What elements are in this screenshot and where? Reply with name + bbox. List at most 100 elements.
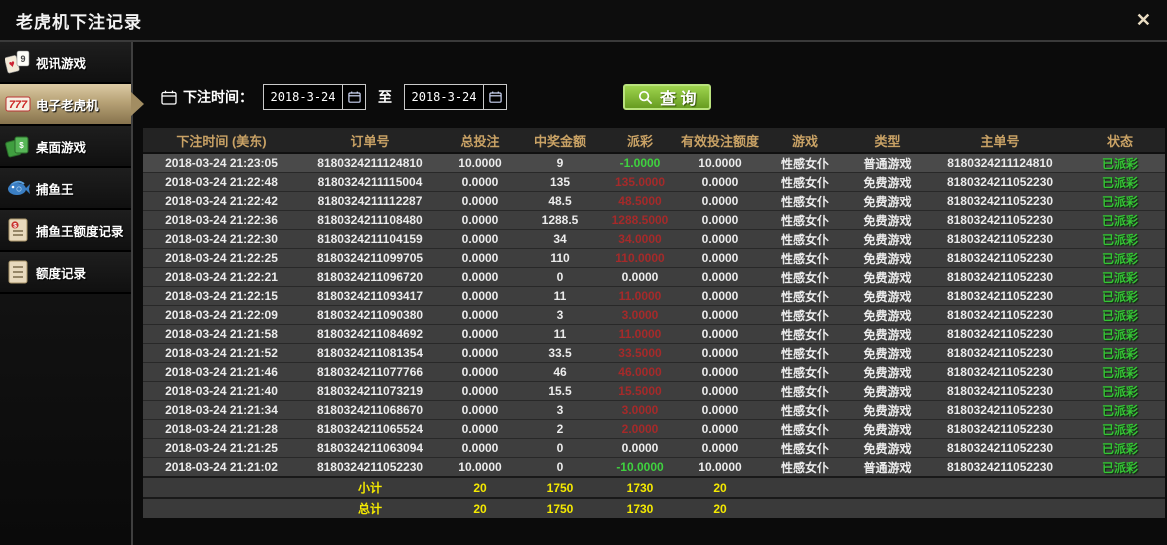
- close-icon[interactable]: ✕: [1136, 11, 1151, 29]
- summary-win-amount: 1750: [520, 497, 600, 518]
- table-row: 2018-03-24 21:22:25 8180324211099705 0.000…: [143, 248, 1165, 268]
- cell-win-amount: 33.5: [520, 343, 600, 363]
- cell-order-no: 8180324211115004: [300, 172, 440, 192]
- cell-type: 免费游戏: [850, 438, 925, 458]
- column-header: 总投注: [440, 128, 520, 154]
- summary-row: 总计 20 1750 1730 20: [143, 497, 1165, 518]
- cell-bet-time: 2018-03-24 21:21:28: [143, 419, 300, 439]
- column-header: 状态: [1075, 128, 1165, 154]
- cell-master-no: 8180324211052230: [925, 457, 1075, 477]
- summary-total-bet: 20: [440, 476, 520, 498]
- table-row: 2018-03-24 21:21:52 8180324211081354 0.000…: [143, 343, 1165, 363]
- cell-order-no: 8180324211077766: [300, 362, 440, 382]
- svg-text:9: 9: [20, 54, 25, 64]
- cell-order-no: 8180324211096720: [300, 267, 440, 287]
- cell-master-no: 8180324211052230: [925, 362, 1075, 382]
- cell-payout: 48.5000: [600, 191, 680, 211]
- summary-row: 小计 20 1750 1730 20: [143, 476, 1165, 498]
- cell-order-no: 8180324211104159: [300, 229, 440, 249]
- cell-status: 已派彩: [1075, 457, 1165, 477]
- cell-status: 已派彩: [1075, 362, 1165, 382]
- cell-bet-time: 2018-03-24 21:22:09: [143, 305, 300, 325]
- cell-payout: 0.0000: [600, 438, 680, 458]
- cell-status: 已派彩: [1075, 343, 1165, 363]
- cell-payout: 46.0000: [600, 362, 680, 382]
- date-from-picker-button[interactable]: [342, 85, 365, 109]
- cell-game: 性感女仆: [760, 381, 850, 401]
- cell-bet-time: 2018-03-24 21:22:36: [143, 210, 300, 230]
- cell-game: 性感女仆: [760, 324, 850, 344]
- summary-total-bet: 20: [440, 497, 520, 518]
- table-row: 2018-03-24 21:21:58 8180324211084692 0.000…: [143, 324, 1165, 344]
- sidebar-item-fishing-king[interactable]: 捕鱼王: [0, 168, 131, 210]
- column-header: 派彩: [600, 128, 680, 154]
- cell-type: 普通游戏: [850, 457, 925, 477]
- cell-payout: 15.5000: [600, 381, 680, 401]
- sidebar-item-video-games[interactable]: ♥ 9 视讯游戏: [0, 42, 131, 84]
- table-row: 2018-03-24 21:21:46 8180324211077766 0.000…: [143, 362, 1165, 382]
- cell-master-no: 8180324211052230: [925, 305, 1075, 325]
- cell-win-amount: 110: [520, 248, 600, 268]
- cell-bet-time: 2018-03-24 21:21:46: [143, 362, 300, 382]
- cell-status: 已派彩: [1075, 324, 1165, 344]
- summary-valid-bet: 20: [680, 497, 760, 518]
- doc-icon: [8, 260, 28, 284]
- cell-master-no: 8180324211124810: [925, 152, 1075, 173]
- search-button[interactable]: 查 询: [623, 84, 712, 110]
- sidebar-item-quota-records[interactable]: 额度记录: [0, 252, 131, 294]
- cell-master-no: 8180324211052230: [925, 267, 1075, 287]
- cell-win-amount: 15.5: [520, 381, 600, 401]
- sidebar-item-label: 电子老虎机: [36, 98, 99, 113]
- date-to-picker-button[interactable]: [483, 85, 506, 109]
- cell-total-bet: 0.0000: [440, 305, 520, 325]
- sidebar-item-slots[interactable]: 777 电子老虎机: [0, 84, 131, 126]
- svg-text:$: $: [19, 141, 24, 150]
- table-row: 2018-03-24 21:21:25 8180324211063094 0.000…: [143, 438, 1165, 458]
- cell-game: 性感女仆: [760, 152, 850, 173]
- cell-type: 免费游戏: [850, 248, 925, 268]
- cell-order-no: 8180324211124810: [300, 152, 440, 173]
- cell-valid-bet: 0.0000: [680, 419, 760, 439]
- sidebar-item-label: 视讯游戏: [36, 56, 87, 71]
- cell-master-no: 8180324211052230: [925, 381, 1075, 401]
- cell-win-amount: 48.5: [520, 191, 600, 211]
- table-row: 2018-03-24 21:22:30 8180324211104159 0.000…: [143, 229, 1165, 249]
- cell-type: 免费游戏: [850, 419, 925, 439]
- cell-win-amount: 135: [520, 172, 600, 192]
- cell-valid-bet: 10.0000: [680, 457, 760, 477]
- cell-game: 性感女仆: [760, 172, 850, 192]
- cell-type: 普通游戏: [850, 152, 925, 173]
- cell-status: 已派彩: [1075, 267, 1165, 287]
- cell-order-no: 8180324211084692: [300, 324, 440, 344]
- cell-total-bet: 0.0000: [440, 438, 520, 458]
- sidebar-item-label: 额度记录: [36, 266, 87, 281]
- sidebar-item-fishing-quota-records[interactable]: $ 捕鱼王额度记录: [0, 210, 131, 252]
- cell-bet-time: 2018-03-24 21:21:52: [143, 343, 300, 363]
- cell-bet-time: 2018-03-24 21:21:02: [143, 457, 300, 477]
- date-to-input[interactable]: [405, 85, 483, 109]
- cell-type: 免费游戏: [850, 362, 925, 382]
- cell-master-no: 8180324211052230: [925, 210, 1075, 230]
- cell-valid-bet: 0.0000: [680, 286, 760, 306]
- cell-status: 已派彩: [1075, 210, 1165, 230]
- cell-total-bet: 0.0000: [440, 248, 520, 268]
- cell-type: 免费游戏: [850, 305, 925, 325]
- cell-game: 性感女仆: [760, 343, 850, 363]
- cell-master-no: 8180324211052230: [925, 191, 1075, 211]
- cell-order-no: 8180324211052230: [300, 457, 440, 477]
- cell-empty: [143, 497, 300, 518]
- date-from-input[interactable]: [264, 85, 342, 109]
- sidebar: ♥ 9 视讯游戏 777 电子老虎机 $ 桌面游戏 捕鱼王 $ 捕鱼王额度记录 …: [0, 42, 133, 545]
- cell-order-no: 8180324211065524: [300, 419, 440, 439]
- table-row: 2018-03-24 21:21:34 8180324211068670 0.000…: [143, 400, 1165, 420]
- cell-master-no: 8180324211052230: [925, 324, 1075, 344]
- table-row: 2018-03-24 21:21:02 8180324211052230 10.00…: [143, 457, 1165, 477]
- sidebar-item-table-games[interactable]: $ 桌面游戏: [0, 126, 131, 168]
- slots-777-icon: 777: [5, 96, 31, 112]
- cell-order-no: 8180324211112287: [300, 191, 440, 211]
- cell-game: 性感女仆: [760, 457, 850, 477]
- cell-game: 性感女仆: [760, 267, 850, 287]
- cell-valid-bet: 0.0000: [680, 400, 760, 420]
- table-body: 2018-03-24 21:23:05 8180324211124810 10.00…: [143, 152, 1165, 518]
- cell-status: 已派彩: [1075, 229, 1165, 249]
